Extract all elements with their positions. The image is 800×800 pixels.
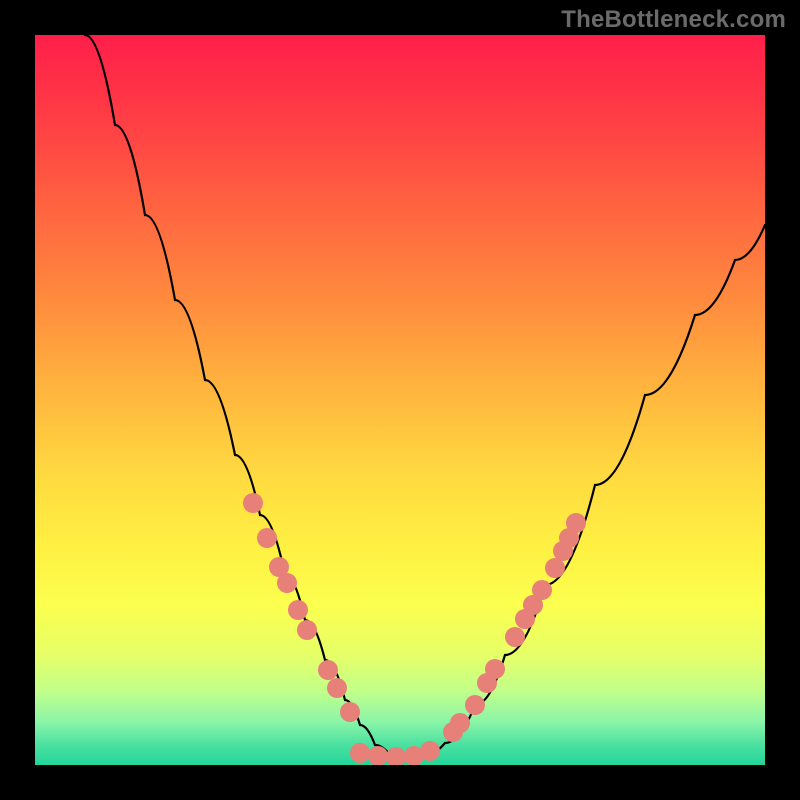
data-dot	[420, 741, 440, 761]
data-dot	[545, 558, 565, 578]
data-dot	[257, 528, 277, 548]
data-dot	[340, 702, 360, 722]
data-dot	[450, 713, 470, 733]
data-dot	[243, 493, 263, 513]
dot-cluster-right	[443, 513, 586, 742]
data-dot	[277, 573, 297, 593]
chart-plot-area	[35, 35, 765, 765]
bottleneck-curve	[85, 35, 765, 758]
data-dot	[465, 695, 485, 715]
chart-frame: TheBottleneck.com	[0, 0, 800, 800]
data-dot	[327, 678, 347, 698]
watermark-text: TheBottleneck.com	[561, 6, 786, 34]
data-dot	[485, 659, 505, 679]
data-dot	[532, 580, 552, 600]
data-dot	[297, 620, 317, 640]
data-dot	[566, 513, 586, 533]
dot-cluster-bottom	[350, 741, 440, 765]
dot-cluster-left	[243, 493, 360, 722]
data-dot	[386, 747, 406, 765]
data-dot	[318, 660, 338, 680]
chart-svg	[35, 35, 765, 765]
data-dot	[288, 600, 308, 620]
data-dot	[505, 627, 525, 647]
data-dot	[350, 743, 370, 763]
